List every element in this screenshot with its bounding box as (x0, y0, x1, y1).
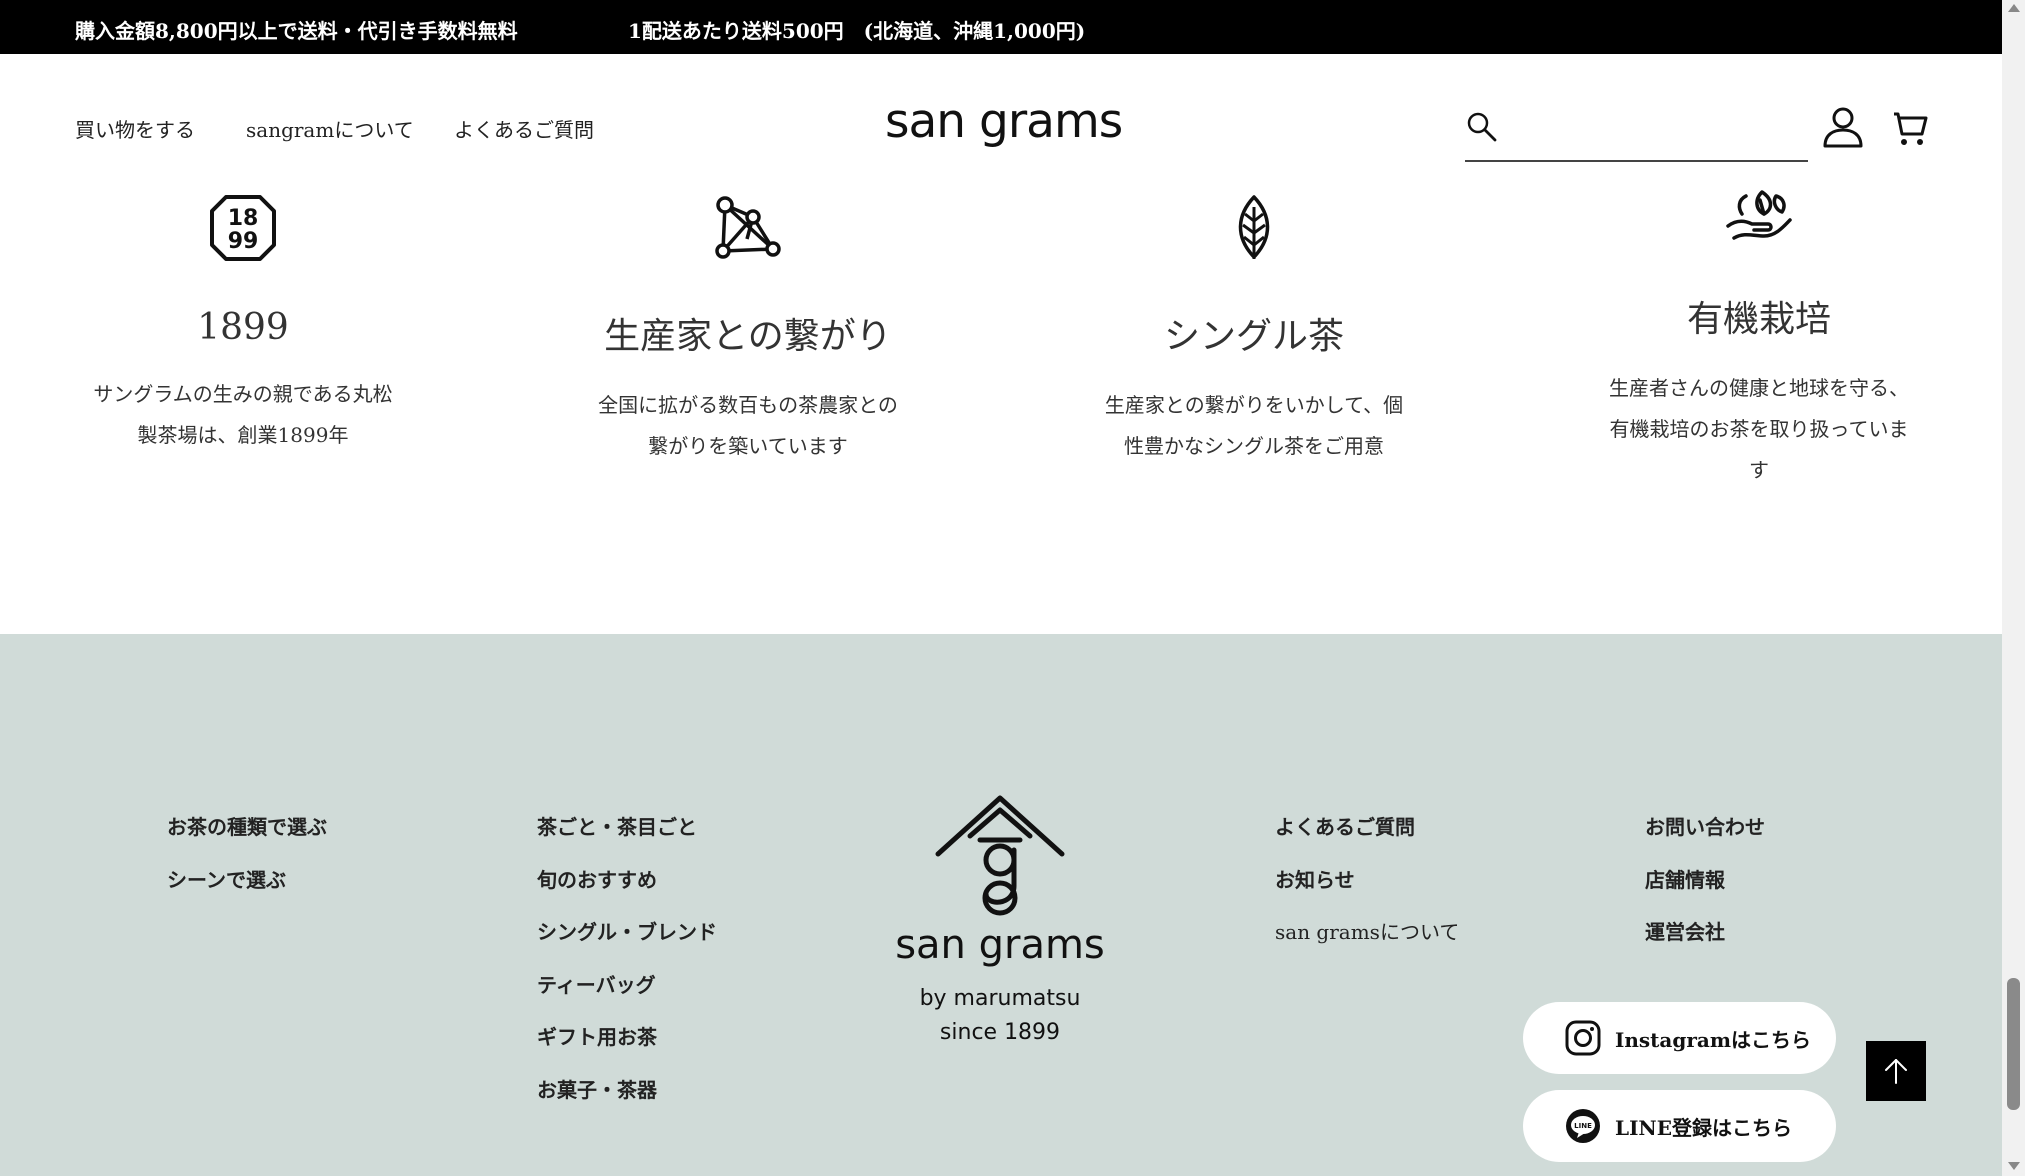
footer-link-company[interactable]: 運営会社 (1645, 916, 1725, 945)
feature-title: 1899 (197, 307, 289, 348)
search-input[interactable] (1509, 110, 1799, 146)
footer-link-gift[interactable]: ギフト用お茶 (537, 1021, 657, 1050)
svg-text:LINE: LINE (1574, 1122, 1592, 1130)
footer-tagline-1: by marumatsu (919, 986, 1081, 1011)
svg-text:18: 18 (228, 206, 259, 231)
desc-line: 全国に拡がる数百もの茶農家との (598, 393, 898, 417)
shipping-fee-message: 1配送あたり送料500円 (北海道、沖縄1,000円) (628, 19, 1086, 43)
desc-line: 製茶場は、創業1899年 (137, 423, 349, 447)
feature-description: サングラムの生みの親である丸松 製茶場は、創業1899年 (78, 374, 408, 456)
line-label: LINE登録はこちら (1615, 1115, 1792, 1140)
footer-link-single-blend[interactable]: シングル・ブレンド (537, 916, 717, 945)
desc-line: 有機栽培のお茶を取り扱っていま (1609, 417, 1909, 441)
search-icon[interactable] (1465, 110, 1499, 144)
desc-line: サングラムの生みの親である丸松 (93, 382, 393, 406)
announcement-bar: 購入金額8,800円以上で送料・代引き手数料無料 1配送あたり送料500円 (北… (0, 0, 2002, 54)
feature-title: シングル茶 (1163, 316, 1344, 357)
sangrams-emblem-icon (935, 795, 1065, 916)
desc-line: 生産者さんの健康と地球を守る、 (1609, 376, 1909, 400)
instagram-icon (1565, 1020, 1601, 1056)
line-icon: LINE (1566, 1109, 1600, 1143)
1899-badge-icon: 18 99 (210, 195, 276, 261)
feature-title: 生産家との繋がり (604, 316, 892, 357)
svg-text:99: 99 (228, 229, 259, 254)
footer-link-tea-type[interactable]: お茶の種類で選ぶ (167, 811, 327, 840)
footer-link-faq[interactable]: よくあるご質問 (1275, 811, 1415, 840)
desc-line: す (1749, 458, 1769, 482)
desc-line: 繋がりを築いています (648, 434, 848, 458)
nav-faq[interactable]: よくあるご質問 (454, 114, 594, 143)
footer-tagline-2: since 1899 (939, 1020, 1061, 1045)
scroll-down-arrow-icon[interactable] (2008, 1162, 2020, 1170)
feature-organic: 有機栽培 生産者さんの健康と地球を守る、 有機栽培のお茶を取り扱っていま す (1594, 186, 1924, 491)
hand-leaf-icon (1726, 190, 1792, 240)
scroll-up-arrow-icon[interactable] (2008, 4, 2020, 12)
feature-description: 全国に拡がる数百もの茶農家との 繋がりを築いています (583, 385, 913, 467)
feature-single-tea: シングル茶 生産家との繋がりをいかして、個 性豊かなシングル茶をご用意 (1089, 195, 1419, 467)
footer-link-sweets[interactable]: お菓子・茶器 (537, 1074, 657, 1103)
user-icon[interactable] (1820, 104, 1866, 150)
footer-link-contact[interactable]: お問い合わせ (1645, 811, 1765, 840)
nav-about[interactable]: sangramについて (246, 114, 414, 143)
search-box (1465, 102, 1808, 162)
footer-link-teabag[interactable]: ティーバッグ (537, 969, 656, 998)
desc-line: 性豊かなシングル茶をご用意 (1124, 434, 1384, 458)
footer-link-seasonal[interactable]: 旬のおすすめ (537, 864, 657, 893)
feature-description: 生産者さんの健康と地球を守る、 有機栽培のお茶を取り扱っていま す (1594, 368, 1924, 491)
feature-producers: 生産家との繋がり 全国に拡がる数百もの茶農家との 繋がりを築いています (583, 195, 913, 467)
feature-title: 有機栽培 (1686, 299, 1831, 340)
line-button[interactable]: LINE LINE登録はこちら (1523, 1090, 1836, 1162)
site-logo[interactable]: san grams (885, 94, 1123, 149)
nav-shop[interactable]: 買い物をする (75, 114, 195, 143)
feature-1899: 18 99 1899 サングラムの生みの親である丸松 製茶場は、創業1899年 (78, 195, 408, 456)
footer-link-stores[interactable]: 店舗情報 (1645, 864, 1725, 893)
leaf-icon (1238, 195, 1270, 259)
footer-wordmark: san grams (895, 922, 1105, 968)
footer-link-by-tea[interactable]: 茶ごと・茶目ごと (537, 811, 697, 840)
feature-description: 生産家との繋がりをいかして、個 性豊かなシングル茶をご用意 (1089, 385, 1419, 467)
site-header: 買い物をする sangramについて よくあるご質問 san grams (0, 54, 2002, 174)
instagram-label: Instagramはこちら (1615, 1027, 1811, 1052)
footer-logo[interactable]: san grams by marumatsu since 1899 (890, 794, 1110, 1050)
cart-icon[interactable] (1890, 104, 1930, 150)
instagram-button[interactable]: Instagramはこちら (1523, 1002, 1836, 1074)
page-scrollbar[interactable] (2002, 0, 2025, 1176)
footer-link-about[interactable]: san gramsについて (1275, 916, 1459, 945)
footer-link-news[interactable]: お知らせ (1275, 864, 1355, 893)
back-to-top-button[interactable] (1866, 1041, 1926, 1101)
network-icon (715, 196, 781, 259)
arrow-up-icon (1885, 1059, 1907, 1084)
free-shipping-message: 購入金額8,800円以上で送料・代引き手数料無料 (75, 19, 518, 43)
footer-link-scene[interactable]: シーンで選ぶ (167, 864, 286, 893)
desc-line: 生産家との繋がりをいかして、個 (1104, 393, 1404, 417)
scrollbar-thumb[interactable] (2007, 978, 2020, 1110)
